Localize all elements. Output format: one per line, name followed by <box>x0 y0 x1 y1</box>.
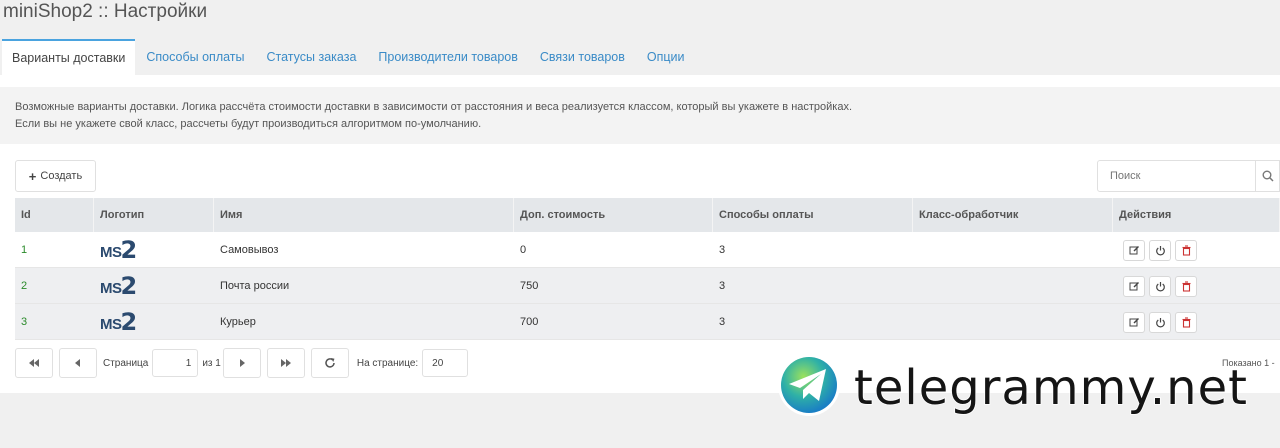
grid-header: Id Логотип Имя Доп. стоимость Способы оп… <box>15 198 1280 232</box>
cell-name: Почта россии <box>220 280 290 292</box>
description-box: Возможные варианты доставки. Логика расс… <box>0 87 1280 144</box>
cell-price: 700 <box>520 316 539 328</box>
column-header-name[interactable]: Имя <box>214 198 514 232</box>
tab-options[interactable]: Опции <box>636 39 696 75</box>
edit-icon[interactable] <box>1123 239 1145 261</box>
cell-actions <box>1113 304 1280 339</box>
trash-icon[interactable] <box>1175 275 1197 297</box>
per-page-label: На странице: <box>356 357 419 369</box>
per-page-input[interactable]: 20 <box>422 349 469 377</box>
tab-vendors[interactable]: Производители товаров <box>367 39 528 75</box>
ms2-logo: MS 2 <box>100 308 138 336</box>
column-header-actions: Действия <box>1113 198 1280 232</box>
first-page-icon[interactable] <box>15 348 53 378</box>
search-icon[interactable] <box>1255 161 1279 191</box>
tab-delivery[interactable]: Варианты доставки <box>2 39 136 75</box>
cell-logo: MS 2 <box>94 232 214 267</box>
cell-payments: 3 <box>719 244 726 256</box>
ms2-logo: MS 2 <box>100 272 138 300</box>
cell-price: 750 <box>520 280 539 292</box>
cell-payments: 3 <box>719 316 726 328</box>
column-header-payments[interactable]: Способы оплаты <box>713 198 913 232</box>
table-row[interactable]: 3 MS 2 Курьер 700 3 <box>15 304 1280 340</box>
create-button-label: Создать <box>40 170 83 182</box>
search-input[interactable] <box>1098 161 1253 191</box>
tab-payment[interactable]: Способы оплаты <box>135 39 255 75</box>
page-label: Страница <box>103 357 149 369</box>
tab-order-statuses[interactable]: Статусы заказа <box>256 39 368 75</box>
refresh-icon[interactable] <box>310 348 349 378</box>
cell-name: Курьер <box>220 316 256 328</box>
column-header-class[interactable]: Класс-обработчик <box>913 198 1113 232</box>
pagination-toolbar: Страница 1 из 1 На странице: 20 <box>15 348 469 378</box>
cell-name: Самовывоз <box>220 244 279 256</box>
cell-price: 0 <box>520 244 527 256</box>
edit-icon[interactable] <box>1123 275 1145 297</box>
power-icon[interactable] <box>1149 275 1171 297</box>
cell-logo: MS 2 <box>94 304 214 339</box>
create-button[interactable]: + Создать <box>15 160 96 192</box>
telegram-logo-icon <box>776 352 842 423</box>
page-count-label: из 1 <box>202 357 221 369</box>
power-icon[interactable] <box>1149 311 1171 333</box>
delivery-grid: Id Логотип Имя Доп. стоимость Способы оп… <box>15 198 1280 340</box>
tab-product-links[interactable]: Связи товаров <box>529 39 636 75</box>
column-header-id[interactable]: Id <box>15 198 94 232</box>
column-header-logo[interactable]: Логотип <box>94 198 214 232</box>
description-line-1: Возможные варианты доставки. Логика расс… <box>15 101 853 113</box>
settings-tabs: Варианты доставки Способы оплаты Статусы… <box>0 39 1280 75</box>
edit-icon[interactable] <box>1123 311 1145 333</box>
cell-actions <box>1113 268 1280 303</box>
table-row[interactable]: 2 MS 2 Почта россии 750 3 <box>15 268 1280 304</box>
cell-class <box>913 304 1113 339</box>
last-page-icon[interactable] <box>266 348 305 378</box>
cell-id: 3 <box>21 316 28 328</box>
page-number-input[interactable]: 1 <box>152 349 199 377</box>
prev-page-icon[interactable] <box>59 348 97 378</box>
cell-logo: MS 2 <box>94 268 214 303</box>
plus-icon: + <box>28 168 37 184</box>
trash-icon[interactable] <box>1175 311 1197 333</box>
next-page-icon[interactable] <box>222 348 261 378</box>
cell-class <box>913 232 1113 267</box>
cell-id: 2 <box>21 280 28 292</box>
cell-payments: 3 <box>719 280 726 292</box>
delivery-panel: Возможные варианты доставки. Логика расс… <box>0 75 1280 393</box>
cell-actions <box>1113 232 1280 267</box>
ms2-logo: MS 2 <box>100 236 138 264</box>
column-header-price[interactable]: Доп. стоимость <box>514 198 713 232</box>
page-title: miniShop2 :: Настройки <box>3 1 208 22</box>
table-row[interactable]: 1 MS 2 Самовывоз 0 3 <box>15 232 1280 268</box>
cell-id: 1 <box>21 244 28 256</box>
trash-icon[interactable] <box>1175 239 1197 261</box>
watermark-text: telegrammy.net <box>853 359 1248 417</box>
description-line-2: Если вы не укажете свой класс, рассчеты … <box>15 118 482 130</box>
cell-class <box>913 268 1113 303</box>
watermark: telegrammy.net <box>776 352 1248 423</box>
power-icon[interactable] <box>1149 239 1171 261</box>
search-box <box>1097 160 1280 192</box>
